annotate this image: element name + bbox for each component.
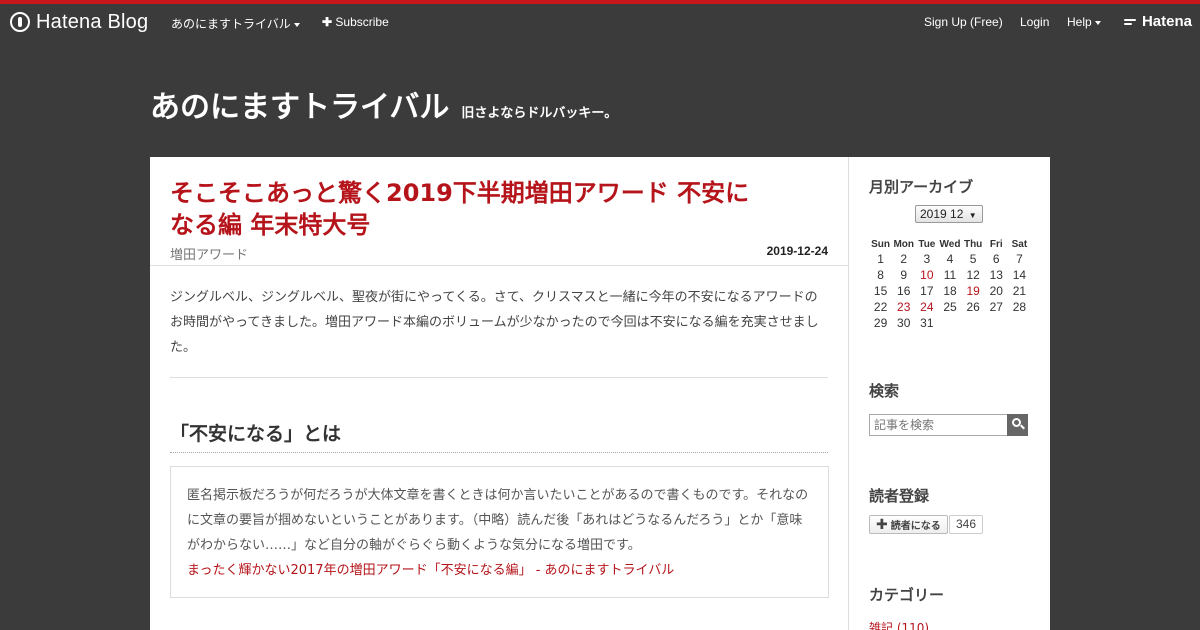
entry-date[interactable]: 2019-12-24: [767, 244, 828, 258]
plus-icon: ✚: [876, 516, 888, 533]
subscribe-title: 読者登録: [869, 487, 930, 505]
subscribe-label: Subscribe: [335, 15, 389, 29]
archive-month-value: 2019 12: [920, 207, 964, 221]
subscribe-button-label: 読者になる: [890, 521, 941, 532]
calendar-day: 31: [920, 316, 934, 330]
calendar-day-link[interactable]: 19: [962, 283, 985, 299]
blockquote: 匿名掲示板だろうが何だろうが大体文章を書くときは何か言いたいことがあるので書くも…: [170, 466, 829, 598]
calendar-day: 29: [873, 316, 888, 330]
calendar-day: 12: [966, 268, 980, 282]
category-title: カテゴリー: [869, 586, 945, 604]
calendar-day: 25: [943, 300, 957, 314]
blog-title[interactable]: あのにますトライバル: [150, 82, 449, 126]
search-button[interactable]: [1007, 414, 1028, 436]
calendar-day: 15: [873, 284, 888, 298]
signup-link[interactable]: Sign Up (Free): [924, 15, 1003, 29]
calendar-day: 22: [873, 300, 888, 314]
calendar-day: [938, 315, 961, 331]
quote-text: 匿名掲示板だろうが何だろうが大体文章を書くときは何か言いたいことがあるので書くも…: [187, 488, 809, 553]
subscribe-button[interactable]: ✚ 読者になる: [869, 515, 948, 534]
chevron-down-icon: ▼: [968, 211, 977, 220]
sidebar: 月別アーカイブ 2019 12 ▼ Sun Mon Tue Wed Thu Fri Sat …: [869, 157, 1039, 630]
blog-menu[interactable]: あのにますトライバル: [171, 15, 300, 32]
calendar-day: 3: [923, 252, 931, 266]
logo-text: Hatena Blog: [36, 10, 149, 33]
calendar-day: 6: [992, 252, 1000, 266]
calendar-day: 14: [1012, 268, 1027, 282]
hatena-blog-logo[interactable]: Hatena Blog: [10, 9, 148, 35]
calendar-day: 2: [900, 252, 908, 266]
divider: [150, 265, 848, 266]
category-link[interactable]: 雑記 (110): [869, 619, 929, 630]
calendar-day: 9: [900, 268, 908, 282]
calendar-day: 28: [1012, 300, 1027, 314]
calendar-weekday: Sat: [1011, 238, 1028, 250]
entry-intro: ジングルベル、ジングルベル、聖夜が街にやってくる。さて、クリスマスと一緒に今年の…: [170, 290, 819, 355]
blog-menu-label: あのにますトライバル: [171, 17, 291, 31]
calendar-week: 15 16 17 18 19 20 21: [869, 283, 1031, 299]
archive-calendar: Sun Mon Tue Wed Thu Fri Sat 1 2 3 4 5 6 7 8 9 10 11 12 13 1…: [869, 237, 1031, 331]
help-menu[interactable]: Help: [1067, 15, 1101, 29]
calendar-day: 1: [877, 252, 884, 266]
subscriber-count: 346: [949, 515, 984, 534]
divider: [170, 377, 828, 378]
calendar-week: 22 23 24 25 26 27 28: [869, 299, 1031, 315]
help-label: Help: [1067, 15, 1092, 29]
calendar-day-link[interactable]: 10: [915, 267, 938, 283]
chevron-down-icon: [1094, 20, 1101, 25]
entry-title[interactable]: そこそこあっと驚く2019下半期増田アワード 不安になる編 年末特大号: [170, 177, 750, 241]
calendar-weekday: Thu: [963, 238, 983, 250]
hatena-icon: [1123, 17, 1138, 27]
calendar-day: 20: [989, 284, 1003, 298]
login-link[interactable]: Login: [1020, 15, 1049, 29]
calendar-day: 11: [943, 268, 957, 282]
content-area: そこそこあっと驚く2019下半期増田アワード 不安になる編 年末特大号 増田アワ…: [150, 157, 1050, 630]
hatena-blog-icon: [10, 12, 30, 32]
entry-category[interactable]: 増田アワード: [170, 244, 248, 263]
calendar-weekday: Sun: [871, 238, 891, 250]
calendar-day: 21: [1012, 284, 1027, 298]
main-column: そこそこあっと驚く2019下半期増田アワード 不安になる編 年末特大号 増田アワ…: [150, 157, 849, 630]
calendar-day: 13: [989, 268, 1003, 282]
calendar-day: [1008, 315, 1031, 331]
calendar-day: 7: [1016, 252, 1023, 266]
calendar-day: [985, 315, 1008, 331]
archive-month-select[interactable]: 2019 12 ▼: [915, 205, 983, 223]
search-form: [869, 414, 1028, 436]
calendar-day: 16: [897, 284, 911, 298]
subscribe-link[interactable]: ✚ Subscribe: [322, 15, 389, 29]
hatena-link[interactable]: Hatena: [1123, 13, 1192, 30]
calendar-week: 1 2 3 4 5 6 7: [869, 251, 1031, 267]
calendar-day-link[interactable]: 23: [892, 299, 915, 315]
quote-citation-link[interactable]: まったく輝かない2017年の増田アワード「不安になる編」 - あのにますトライバ…: [187, 563, 674, 578]
calendar-weekday: Tue: [918, 238, 936, 250]
chevron-down-icon: [293, 22, 300, 27]
calendar-week: 8 9 10 11 12 13 14: [869, 267, 1031, 283]
calendar-day: 4: [946, 252, 954, 266]
plus-icon: ✚: [322, 15, 333, 29]
hatena-label: Hatena: [1141, 13, 1192, 30]
calendar-day: 8: [877, 268, 884, 282]
calendar-weekday: Fri: [989, 238, 1003, 250]
blog-description: 旧さよならドルバッキー。: [461, 106, 618, 121]
calendar-day: [962, 315, 985, 331]
calendar-weekday: Mon: [893, 238, 914, 250]
global-header: Hatena Blog あのにますトライバル ✚ Subscribe Sign …: [0, 4, 1200, 40]
calendar-day: 5: [969, 252, 977, 266]
calendar-day: 26: [966, 300, 980, 314]
search-title: 検索: [869, 382, 900, 400]
archive-title: 月別アーカイブ: [869, 178, 974, 196]
calendar-weekday: Wed: [939, 238, 961, 250]
calendar-day: 18: [943, 284, 957, 298]
section-heading: 「不安になる」とは: [170, 419, 828, 453]
calendar-day-link[interactable]: 24: [915, 299, 938, 315]
calendar-day: 30: [897, 316, 911, 330]
calendar-day: 17: [920, 284, 934, 298]
calendar-week: 29 30 31: [869, 315, 1031, 331]
calendar-day: 27: [989, 300, 1003, 314]
blog-header: あのにますトライバル 旧さよならドルバッキー。: [150, 82, 617, 126]
search-input[interactable]: [870, 415, 1007, 435]
search-icon-handle: [1020, 424, 1025, 430]
